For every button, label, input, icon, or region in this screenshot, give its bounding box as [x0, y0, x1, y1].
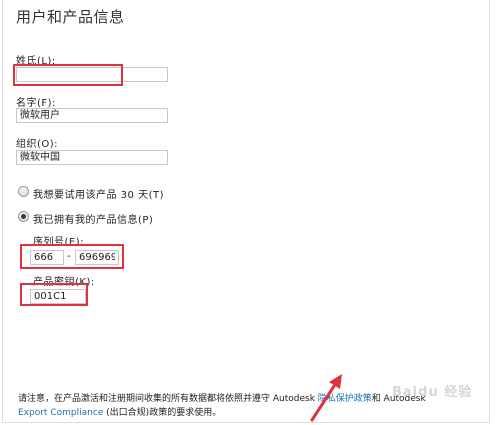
serial-prefix-input[interactable]: [30, 250, 64, 265]
export-compliance-link[interactable]: Export Compliance: [18, 408, 103, 418]
serial-number-label: 序列号(E):: [33, 237, 84, 248]
owned-radio-label: 我已拥有我的产品信息(P): [33, 215, 154, 226]
trial-radio[interactable]: [18, 186, 29, 197]
first-name-label: 名字(F):: [16, 98, 56, 109]
page-title: 用户和产品信息: [16, 8, 125, 26]
organization-label: 组织(O):: [16, 139, 59, 150]
notice-text-before: 请注意，在产品激活和注册期间收集的所有数据都将依照并遵守 Autodesk: [18, 394, 318, 404]
privacy-policy-link[interactable]: 隐私保护政策: [318, 394, 372, 404]
product-key-label: 产品密钥(K):: [33, 277, 95, 288]
product-key-input[interactable]: [30, 289, 86, 304]
trial-radio-label: 我想要试用该产品 30 天(T): [33, 190, 164, 201]
serial-number-input[interactable]: [75, 250, 119, 265]
last-name-input[interactable]: [16, 67, 168, 82]
watermark: Baidu 经验: [392, 385, 473, 400]
last-name-label: 姓氏(L):: [16, 56, 56, 67]
notice-text-after: (出口合规)政策的要求使用。: [103, 408, 222, 418]
owned-radio[interactable]: [18, 211, 29, 222]
organization-input[interactable]: [16, 150, 168, 165]
serial-dash: -: [67, 251, 72, 262]
first-name-input[interactable]: [16, 108, 168, 123]
